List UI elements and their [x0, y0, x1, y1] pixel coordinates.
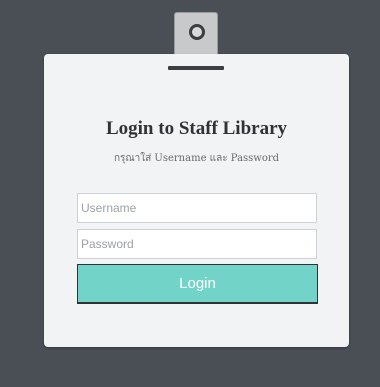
- login-button[interactable]: Login: [77, 264, 318, 304]
- username-input[interactable]: [77, 193, 317, 223]
- clipboard-clip-icon: [174, 12, 218, 58]
- password-input[interactable]: [77, 229, 317, 259]
- login-card: Login to Staff Library กรุณาใส่ Username…: [44, 54, 349, 347]
- login-instructions: กรุณาใส่ Username และ Password: [113, 153, 280, 164]
- page-title: Login to Staff Library: [105, 118, 288, 139]
- clip-bar: [168, 66, 224, 70]
- clip-hole-icon: [189, 24, 205, 40]
